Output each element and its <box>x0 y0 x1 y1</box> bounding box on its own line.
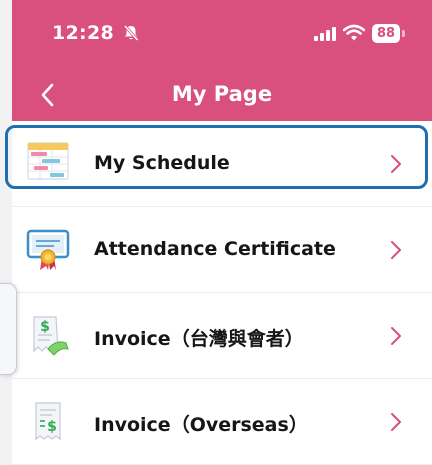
menu-item-label: Invoice（Overseas） <box>94 414 308 436</box>
menu-item-label: My Schedule <box>94 152 230 174</box>
chevron-right-icon <box>391 155 401 173</box>
wifi-icon <box>343 24 365 41</box>
menu-item-label: Attendance Certificate <box>94 238 336 260</box>
menu-list: My Schedule Attendance Certificate $ Inv… <box>12 121 432 465</box>
battery-icon: 88 <box>372 24 406 43</box>
bell-slash-icon <box>123 25 139 41</box>
svg-text:$: $ <box>40 319 50 335</box>
battery-level: 88 <box>372 24 400 43</box>
signal-icon <box>314 27 336 41</box>
chevron-right-icon <box>391 327 401 345</box>
battery-tip <box>402 30 405 37</box>
page-title: My Page <box>171 82 273 106</box>
screen: 12:28 88 My Page My Schedule Attendance … <box>0 0 432 465</box>
app-header: 12:28 88 My Page <box>12 0 432 121</box>
side-drawer-handle[interactable] <box>0 283 17 375</box>
schedule-icon <box>27 142 69 180</box>
invoice-receipt-icon: $ <box>33 316 69 356</box>
menu-item-my-schedule[interactable]: My Schedule <box>12 121 432 207</box>
menu-item-invoice-overseas[interactable]: $ Invoice（Overseas） <box>12 379 432 465</box>
certificate-icon <box>26 229 70 270</box>
menu-item-invoice-taiwan[interactable]: $ Invoice（台灣與會者） <box>12 293 432 379</box>
menu-item-attendance-certificate[interactable]: Attendance Certificate <box>12 207 432 293</box>
chevron-right-icon <box>391 413 401 431</box>
invoice-document-icon: $ <box>35 402 61 441</box>
status-time: 12:28 <box>52 22 114 44</box>
chevron-right-icon <box>391 241 401 259</box>
svg-text:$: $ <box>47 419 57 435</box>
menu-item-label: Invoice（台灣與會者） <box>94 328 304 350</box>
